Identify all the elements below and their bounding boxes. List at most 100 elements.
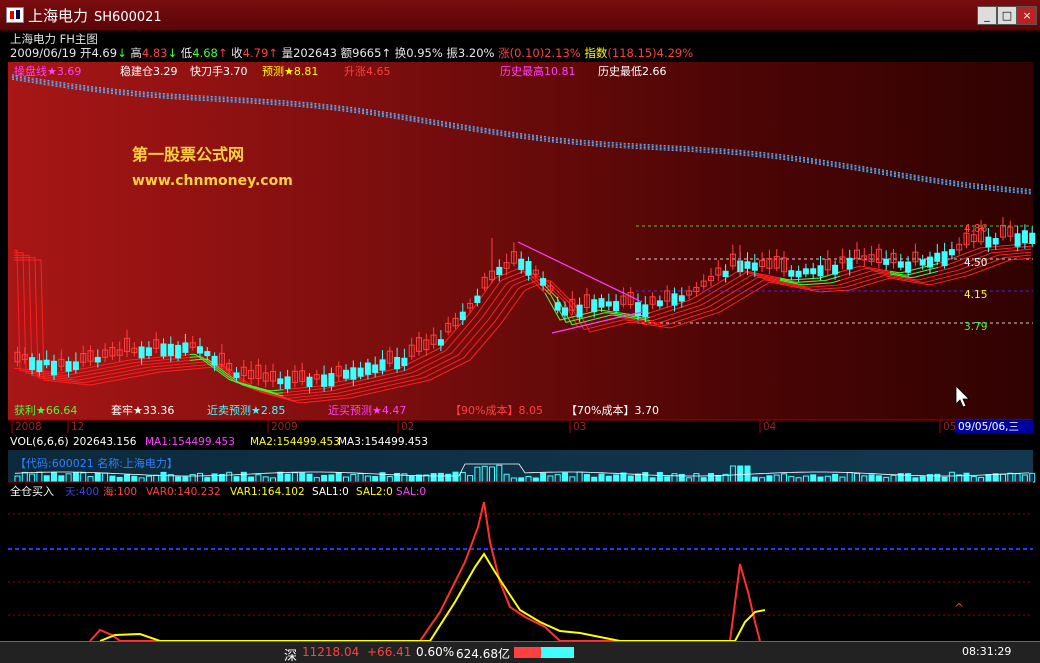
time-label: 2009 — [271, 421, 298, 433]
level-label: 3.79 — [964, 321, 987, 333]
volume-bar — [321, 474, 328, 483]
candle-body — [540, 278, 547, 286]
candle-body — [613, 301, 620, 312]
volume-bar — [810, 474, 817, 483]
candle-body — [751, 262, 758, 271]
volume-bar — [832, 473, 839, 483]
stock-chart[interactable]: 第一股票公式网 www.chnmoney.com 操盘线★3.69 稳建仓3.29… — [0, 62, 1040, 641]
candle-body — [459, 311, 466, 321]
level-label: 4.86 — [964, 223, 988, 235]
close-button[interactable]: × — [1017, 6, 1037, 25]
volume-bar — [518, 477, 525, 483]
candle-body — [897, 261, 904, 268]
volume-bar — [430, 473, 437, 483]
candle-body — [948, 249, 955, 256]
volume-bar — [605, 475, 612, 483]
candle-body — [1029, 232, 1036, 244]
candle-body — [927, 256, 933, 268]
watermark-url: www.chnmoney.com — [132, 173, 293, 189]
quote-amplitude: 3.20% — [457, 46, 495, 60]
volume-bar — [620, 472, 627, 483]
volume-bar — [540, 472, 547, 483]
volume-bar — [664, 476, 671, 483]
maximize-button[interactable]: □ — [997, 6, 1017, 25]
quote-volume: 202643 — [293, 46, 337, 60]
volume-bar — [766, 475, 773, 483]
top-indicator: 历史最低2.66 — [598, 65, 667, 78]
candle-body — [401, 357, 408, 366]
volume-bar — [591, 476, 598, 483]
volume-bar — [284, 473, 291, 483]
volume-bar — [700, 477, 707, 483]
volume-bar — [160, 471, 167, 483]
stock-code: SH600021 — [94, 10, 162, 25]
signal-marker: ^ — [954, 601, 964, 615]
vol-ma2: MA2:154499.453 — [250, 436, 340, 448]
indicator-param: SAL2:0 — [356, 486, 393, 498]
candle-body — [744, 261, 751, 269]
candle-body — [788, 270, 795, 277]
candle-body — [883, 258, 890, 265]
indicator-param: VAR0:140.232 — [146, 486, 221, 498]
quote-close: 4.79 — [242, 46, 269, 60]
volume-bar — [992, 473, 999, 483]
app-window: 上海电力 SH600021 _ □ × 上海电力 FH主图 2009/06/19 … — [0, 0, 1040, 663]
volume-bar — [306, 473, 313, 483]
volume-bar — [72, 472, 79, 483]
volume-bar — [598, 473, 605, 483]
candle-body — [905, 261, 912, 273]
candle-body — [1014, 233, 1021, 247]
level-label: 4.50 — [964, 257, 987, 269]
quote-low: 4.68 — [192, 46, 218, 60]
candle-body — [525, 261, 532, 276]
candle-body — [919, 259, 926, 266]
candle-body — [328, 373, 335, 387]
index-change: +66.41 — [367, 645, 412, 659]
candle-body — [934, 252, 941, 262]
top-indicator: 升涨4.65 — [344, 65, 391, 78]
volume-bar — [248, 476, 255, 483]
volume-bar — [233, 476, 240, 483]
time-label: 03 — [573, 421, 586, 433]
top-indicator: 预测★8.81 — [262, 65, 318, 78]
candle-body — [284, 376, 291, 389]
volume-bar — [562, 472, 568, 483]
candle-body — [985, 236, 992, 248]
candle-body — [321, 374, 328, 387]
candle-body — [810, 268, 817, 275]
vol-label: VOL(6,6,6) — [10, 435, 69, 448]
volume-bar — [43, 475, 50, 483]
var0-line — [89, 501, 761, 641]
candle-body — [846, 257, 853, 270]
volume-bar — [51, 471, 57, 483]
candle-body — [29, 357, 36, 370]
quote-info: 上海电力 FH主图 2009/06/19 开4.69↓ 高4.83↓ 低4.68… — [0, 30, 1040, 62]
candle-body — [656, 300, 663, 307]
candle-body — [204, 351, 211, 357]
volume-bar — [583, 474, 590, 483]
candle-body — [941, 251, 948, 266]
candle-body — [167, 343, 174, 356]
volume-bar — [737, 465, 744, 483]
candle-body — [233, 372, 240, 379]
candle-body — [357, 367, 364, 377]
minimize-button[interactable]: _ — [977, 6, 997, 25]
quote-open: 4.69 — [91, 46, 118, 60]
candle-body — [197, 346, 203, 354]
volume-bar — [656, 472, 663, 483]
market-turnover: 624.68亿 — [456, 647, 510, 661]
volume-bar — [708, 473, 714, 483]
quote-date: 2009/06/19 — [10, 46, 77, 60]
candle-body — [795, 270, 802, 278]
candle-body — [379, 359, 386, 371]
candle-body — [394, 356, 401, 370]
volume-bar — [963, 472, 970, 483]
candle-body — [576, 304, 583, 318]
indicator-params: 天:400 海:100 VAR0:140.232 VAR1:164.102 SAL1:0… — [65, 485, 426, 498]
title-bar: 上海电力 SH600021 _ □ × — [0, 0, 1040, 31]
vol-ma3: MA3:154499.453 — [338, 436, 428, 448]
volume-bar — [868, 474, 875, 483]
volume-bar — [985, 474, 992, 483]
quote-amount: 9665 — [352, 46, 382, 60]
candle-body — [343, 369, 349, 379]
